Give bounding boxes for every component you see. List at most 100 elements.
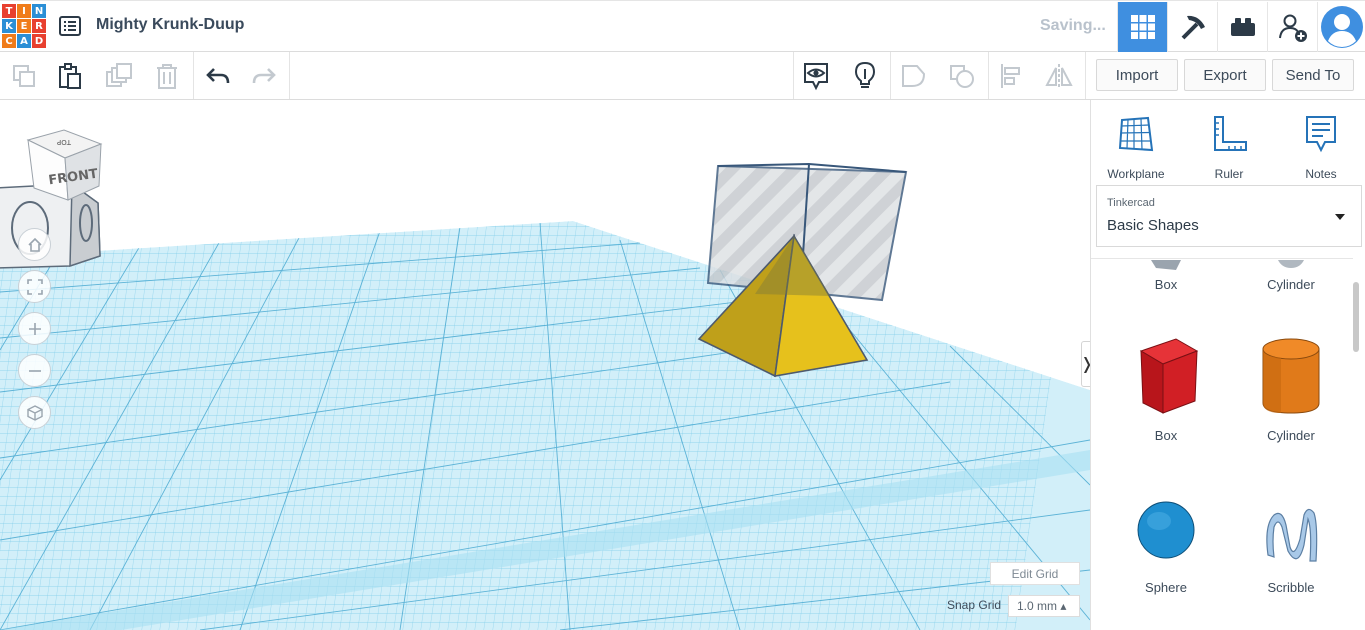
logo-letter: I (17, 4, 31, 18)
design-title[interactable]: Mighty Krunk-Duup (96, 16, 244, 34)
cylinder-thumbnail (1278, 260, 1304, 268)
shape-label: Box (1154, 277, 1178, 292)
shape-item-scribble[interactable]: Scribble (1236, 485, 1346, 595)
minecraft-view-button[interactable] (1167, 2, 1217, 52)
caret-down-icon (1335, 214, 1345, 220)
delete-button[interactable] (149, 58, 185, 94)
shape-item-sphere[interactable]: Sphere (1111, 485, 1221, 595)
edit-toolbar: Import Export Send To (0, 52, 1365, 100)
toolbar-divider (988, 52, 989, 99)
hints-button[interactable] (847, 58, 883, 94)
show-all-button[interactable] (798, 58, 834, 94)
import-button[interactable]: Import (1096, 59, 1178, 91)
workplane-icon (1118, 116, 1154, 152)
view-cube[interactable]: TOP FRONT (26, 129, 103, 201)
3d-viewport[interactable]: TOP FRONT Edit Grid Snap Grid 1.0 mm ▴ (0, 100, 1090, 630)
shape-label: Box (1154, 428, 1178, 443)
workplane-grid[interactable] (0, 200, 1090, 630)
export-button[interactable]: Export (1184, 59, 1266, 91)
3d-view-button[interactable] (1117, 2, 1167, 52)
mirror-button[interactable] (1041, 58, 1077, 94)
shape-label: Cylinder (1267, 428, 1315, 443)
tinkercad-editor: T I N K E R C A D Mighty Krunk-Duup Savi… (0, 0, 1365, 630)
workplane-scene[interactable]: TOP FRONT (0, 100, 1090, 630)
align-icon (1001, 64, 1020, 88)
design-list-icon[interactable] (58, 14, 82, 38)
minus-icon (28, 369, 41, 372)
snap-grid-label: Snap Grid (947, 598, 1002, 612)
workplane-tool[interactable]: Workplane (1096, 112, 1176, 181)
top-bar: T I N K E R C A D Mighty Krunk-Duup Savi… (0, 0, 1365, 52)
notes-label: Notes (1305, 167, 1337, 181)
notes-icon (1306, 116, 1336, 153)
orange-cylinder-thumbnail (1262, 338, 1320, 414)
lightbulb-icon (854, 61, 876, 88)
copy-icon (13, 65, 35, 87)
eye-bubble-icon (804, 63, 828, 91)
group-icon (902, 65, 926, 87)
panel-scrollbar[interactable] (1353, 282, 1359, 352)
undo-icon (206, 68, 230, 84)
view-cube-top-label: TOP (57, 138, 72, 146)
shapes-grid: Box Cylinder Box Cylinder Sphere Scribbl… (1091, 258, 1353, 630)
shape-label: Sphere (1145, 580, 1187, 595)
mirror-icon (1045, 64, 1073, 88)
shape-item-box[interactable]: Box (1111, 331, 1221, 443)
workplane-label: Workplane (1107, 167, 1165, 181)
paste-button[interactable] (52, 58, 88, 94)
home-view-button[interactable] (18, 228, 51, 261)
send-to-button[interactable]: Send To (1272, 59, 1354, 91)
snap-grid-select[interactable]: 1.0 mm ▴ (1008, 595, 1080, 617)
shapes-panel: Workplane Ruler Notes Tinkercad Basic Sh… (1090, 100, 1365, 630)
blue-sphere-thumbnail (1137, 501, 1195, 559)
brick-icon (1230, 18, 1255, 36)
pickaxe-icon (1181, 15, 1205, 40)
shape-library-select[interactable]: Tinkercad Basic Shapes (1096, 185, 1362, 247)
fit-view-button[interactable] (18, 270, 51, 303)
shape-label: Scribble (1267, 580, 1315, 595)
shape-item-cylinder-partial[interactable]: Cylinder (1236, 259, 1346, 292)
plus-icon (28, 322, 41, 335)
duplicate-button[interactable] (101, 58, 137, 94)
notes-tool[interactable]: Notes (1281, 112, 1361, 181)
shape-item-box-partial[interactable]: Box (1111, 259, 1221, 292)
zoom-in-button[interactable] (18, 312, 51, 345)
library-value: Basic Shapes (1107, 217, 1199, 234)
ruler-icon (1214, 116, 1247, 151)
zoom-out-button[interactable] (18, 354, 51, 387)
logo-letter: R (32, 19, 46, 33)
ungroup-button[interactable] (944, 58, 980, 94)
box-thumbnail (1151, 260, 1181, 270)
edit-grid-button[interactable]: Edit Grid (990, 562, 1080, 585)
bricks-view-button[interactable] (1217, 2, 1267, 52)
copy-button[interactable] (6, 58, 42, 94)
red-box-thumbnail (1139, 338, 1199, 414)
shape-item-cylinder[interactable]: Cylinder (1236, 331, 1346, 443)
logo-letter: K (2, 19, 16, 33)
grid-view-icon (1130, 15, 1155, 39)
add-user-icon (1278, 14, 1307, 42)
ruler-tool[interactable]: Ruler (1189, 112, 1269, 181)
partial-object-shape[interactable] (0, 182, 101, 269)
align-button[interactable] (993, 58, 1029, 94)
add-user-button[interactable] (1267, 2, 1317, 52)
logo-letter: N (32, 4, 46, 18)
shape-label: Cylinder (1267, 277, 1315, 292)
cube-icon (26, 404, 43, 421)
ruler-label: Ruler (1214, 167, 1244, 181)
undo-button[interactable] (200, 58, 236, 94)
save-status: Saving... (1040, 17, 1106, 34)
toolbar-divider (289, 52, 290, 99)
tinkercad-logo[interactable]: T I N K E R C A D (2, 4, 46, 49)
logo-letter: E (17, 19, 31, 33)
logo-letter: T (2, 4, 16, 18)
ortho-view-button[interactable] (18, 396, 51, 429)
toolbar-divider (193, 52, 194, 99)
group-button[interactable] (896, 58, 932, 94)
scribble-thumbnail (1266, 508, 1318, 562)
trash-icon (157, 64, 177, 89)
user-avatar-button[interactable] (1317, 2, 1365, 52)
home-icon (27, 237, 42, 252)
toolbar-divider (1085, 52, 1086, 99)
redo-button[interactable] (246, 58, 282, 94)
